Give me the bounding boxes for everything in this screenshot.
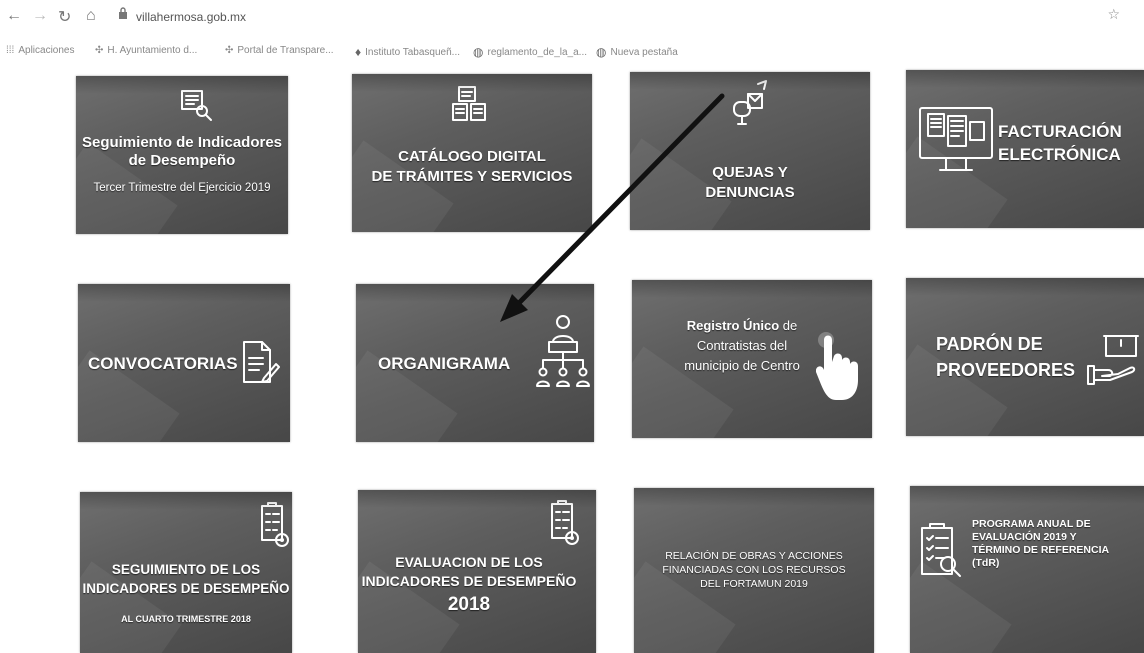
bookmark-transparencia[interactable]: ✣ Portal de Transpare... [225, 45, 334, 56]
tile-title: ORGANIGRAMA [378, 354, 511, 373]
tile-title-line2: FINANCIADAS CON LOS RECURSOS [662, 564, 846, 576]
pointing-hand-icon [815, 330, 872, 409]
bookmark-instituto[interactable]: ♦ Instituto Tabasqueñ... [355, 45, 460, 59]
tile-title-line1: PADRÓN DE [936, 334, 1043, 354]
tile-title-line3: DEL FORTAMUN 2019 [700, 578, 808, 590]
computer-invoice-icon [916, 104, 996, 189]
tile-title-rest: de [779, 318, 798, 333]
tile-title-line2: INDICADORES DE DESEMPEÑO [82, 581, 290, 596]
bookmark-nueva-pestana[interactable]: ◍ Nueva pestaña [596, 45, 678, 59]
tile-title-line2: PROVEEDORES [936, 360, 1076, 380]
tile-title-line1: FACTURACIÓN [998, 122, 1122, 141]
box-hand-icon [1084, 330, 1140, 395]
tile-title-line1: SEGUIMIENTO DE LOS [111, 562, 261, 577]
globe-icon: ◍ [596, 45, 607, 59]
tile-padron-proveedores[interactable]: PADRÓN DE PROVEEDORES [906, 278, 1144, 436]
institute-icon: ♦ [355, 45, 362, 59]
report-search-icon [179, 88, 213, 127]
forward-icon[interactable]: → [32, 7, 48, 25]
emblem-icon: ✣ [225, 45, 234, 56]
tile-title-line1: EVALUACION DE LOS [395, 554, 543, 570]
tile-title: Seguimiento de Indicadores de Desempeño [81, 134, 283, 169]
checklist-gear-icon [548, 498, 582, 555]
tile-seguimiento-indicadores[interactable]: Seguimiento de Indicadores de Desempeño … [76, 76, 288, 234]
browser-toolbar: ← → ↻ ⌂ villahermosa.gob.mx ☆ [0, 0, 1144, 36]
tile-subtitle: AL CUARTO TRIMESTRE 2018 [121, 614, 251, 624]
tile-evaluacion-indicadores[interactable]: EVALUACION DE LOS INDICADORES DE DESEMPE… [358, 490, 596, 653]
tile-title-line2: DE TRÁMITES Y SERVICIOS [371, 168, 573, 185]
bookmarks-bar: ⁞⁞⁞ Aplicaciones ✣ H. Ayuntamiento d... … [0, 38, 1144, 64]
reload-icon[interactable]: ↻ [58, 7, 71, 27]
tile-title-line3: 2018 [447, 594, 491, 615]
tile-relacion-obras[interactable]: RELACIÓN DE OBRAS Y ACCIONES FINANCIADAS… [634, 488, 874, 653]
tile-seguimiento-2018[interactable]: SEGUIMIENTO DE LOS INDICADORES DE DESEMP… [80, 492, 292, 653]
tile-title-line2: INDICADORES DE DESEMPEÑO [361, 573, 577, 589]
document-pen-icon [240, 338, 280, 391]
lock-icon [118, 7, 128, 25]
bookmark-apps[interactable]: ⁞⁞⁞ Aplicaciones [6, 45, 75, 56]
tile-organigrama[interactable]: ORGANIGRAMA [356, 284, 594, 442]
globe-icon: ◍ [473, 45, 484, 59]
tile-title-line3: TÉRMINO DE REFERENCIA [972, 544, 1110, 556]
tile-title-line1: RELACIÓN DE OBRAS Y ACCIONES [665, 550, 843, 562]
tile-title-line1: QUEJAS Y [712, 164, 788, 181]
home-icon[interactable]: ⌂ [86, 7, 96, 25]
tile-facturacion-electronica[interactable]: FACTURACIÓN ELECTRÓNICA [906, 70, 1144, 228]
apps-icon: ⁞⁞⁞ [6, 45, 15, 56]
checklist-gear-icon [258, 500, 292, 557]
mailbox-icon [728, 80, 772, 131]
emblem-icon: ✣ [95, 45, 104, 56]
tile-title-line1: CATÁLOGO DIGITAL [398, 148, 546, 165]
tile-title-line1: PROGRAMA ANUAL DE [972, 518, 1091, 530]
bookmark-reglamento[interactable]: ◍ reglamento_de_la_a... [473, 45, 587, 59]
tile-convocatorias[interactable]: CONVOCATORIAS [78, 284, 290, 442]
tile-title-line4: (TdR) [972, 557, 1000, 569]
tile-title: CONVOCATORIAS [88, 354, 238, 373]
clipboard-search-icon [918, 520, 964, 587]
bookmark-star-icon[interactable]: ☆ [1107, 6, 1120, 23]
bookmark-ayuntamiento[interactable]: ✣ H. Ayuntamiento d... [95, 45, 197, 56]
tile-subtitle: Tercer Trimestre del Ejercicio 2019 [93, 182, 271, 194]
address-bar[interactable]: villahermosa.gob.mx [136, 10, 246, 24]
tile-title-bold: Registro Único [686, 318, 780, 333]
documents-icon [449, 84, 489, 129]
tile-title-line2: EVALUACIÓN 2019 Y [972, 531, 1077, 543]
tile-catalogo-digital[interactable]: CATÁLOGO DIGITAL DE TRÁMITES Y SERVICIOS [352, 74, 592, 232]
tile-title-line2: DENUNCIAS [705, 184, 795, 201]
tile-programa-anual[interactable]: PROGRAMA ANUAL DE EVALUACIÓN 2019 Y TÉRM… [910, 486, 1144, 653]
tile-registro-unico[interactable]: Registro Único de Contratistas del munic… [632, 280, 872, 438]
tile-title-line2: ELECTRÓNICA [998, 145, 1121, 164]
tile-quejas-denuncias[interactable]: QUEJAS Y DENUNCIAS [630, 72, 870, 230]
org-chart-icon [534, 312, 592, 395]
back-icon[interactable]: ← [6, 7, 22, 25]
